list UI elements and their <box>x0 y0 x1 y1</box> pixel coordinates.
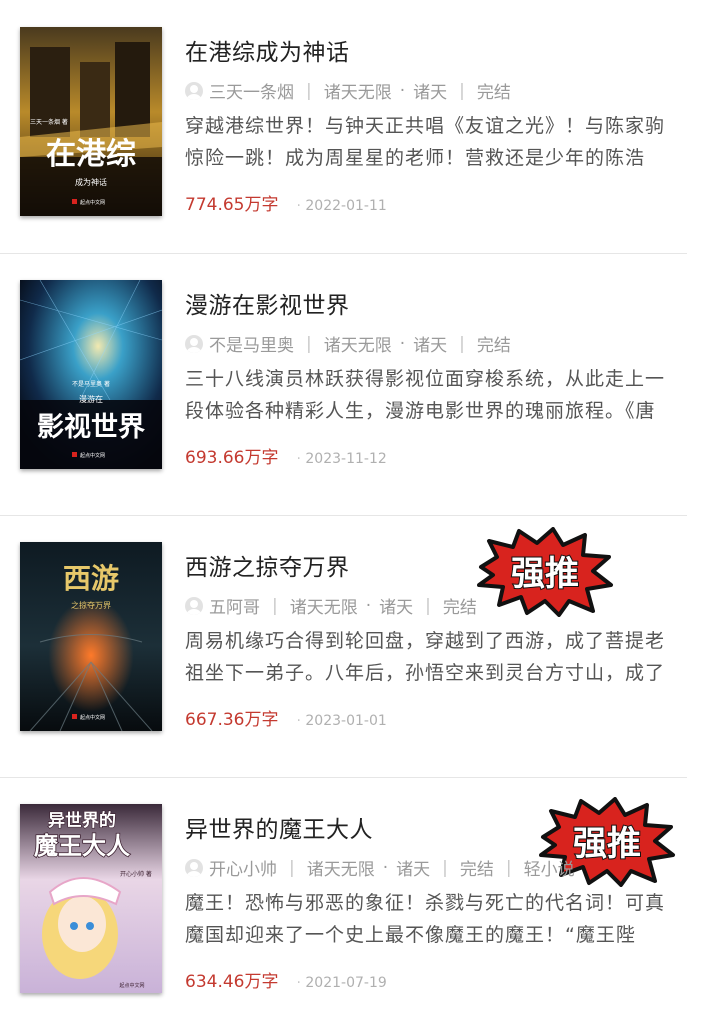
status-label: 完结 <box>476 83 511 103</box>
category-link[interactable]: 诸天无限 <box>324 78 392 103</box>
svg-text:之掠夺万界: 之掠夺万界 <box>71 600 111 610</box>
dot-separator: · <box>399 80 406 101</box>
book-meta: 开心小帅 | 诸天无限 · 诸天 | 完结 | 轻小说 <box>185 855 575 880</box>
book-description: 三十八线演员林跃获得影视位面穿梭系统，从此走上一段体验各种精彩人生，漫游电影世界… <box>185 368 666 422</box>
status-label: 完结 <box>476 336 511 356</box>
book-title[interactable]: 在港综成为神话 <box>185 33 350 67</box>
category-link[interactable]: 诸天无限 <box>324 331 392 356</box>
book-description: 穿越港综世界！与钟天正共唱《友谊之光》！与陈家驹惊险一跳！成为周星星的老师！营救… <box>185 115 666 169</box>
svg-text:魔王大人: 魔王大人 <box>34 832 130 860</box>
svg-text:起点中文网: 起点中文网 <box>80 714 105 721</box>
cover-art-mowang: 异世界的 魔王大人 开心小帅 著 起点中文网 <box>20 804 162 993</box>
list-item[interactable]: 异世界的 魔王大人 开心小帅 著 起点中文网 异世界的魔王大人 强推 开心小帅 … <box>0 777 701 1024</box>
subcategory-link[interactable]: 诸天 <box>379 593 413 618</box>
list-item[interactable]: 西游 之掠夺万界 起点中文网 西游之掠夺万界 强推 五阿哥 | 诸天无限 · 诸… <box>0 515 701 777</box>
author-link[interactable]: 开心小帅 <box>209 855 277 880</box>
category-link[interactable]: 诸天无限 <box>307 855 375 880</box>
dot-separator: · <box>399 333 406 354</box>
list-item[interactable]: 三天一条烟 著 在港综 成为神话 起点中文网 在港综成为神话 三天一条烟 | 诸… <box>0 0 701 253</box>
subcategory-link[interactable]: 诸天 <box>413 331 447 356</box>
update-date: 2023-01-01 <box>296 713 386 729</box>
book-cover[interactable]: 异世界的 魔王大人 开心小帅 著 起点中文网 <box>20 804 162 993</box>
svg-text:漫游在: 漫游在 <box>79 394 103 404</box>
svg-text:在港综: 在港综 <box>46 137 136 172</box>
book-footer: 634.46万字 2021-07-19 <box>185 967 387 992</box>
divider: | <box>505 857 512 878</box>
user-avatar-icon <box>185 334 203 353</box>
svg-text:影视世界: 影视世界 <box>37 412 145 443</box>
tag-link[interactable]: 轻小说 <box>524 855 575 880</box>
cover-art-xiyou: 西游 之掠夺万界 起点中文网 <box>20 542 162 731</box>
book-meta: 不是马里奥 | 诸天无限 · 诸天 | 完结 <box>185 331 511 356</box>
book-footer: 774.65万字 2022-01-11 <box>185 190 387 215</box>
divider: | <box>272 595 278 616</box>
author-link[interactable]: 三天一条烟 <box>209 78 294 103</box>
svg-text:不是马里奥 著: 不是马里奥 著 <box>72 380 110 388</box>
dot-separator: · <box>365 595 372 616</box>
recommend-badge: 强推 <box>475 527 615 617</box>
update-date: 2022-01-11 <box>296 198 386 214</box>
author-link[interactable]: 五阿哥 <box>209 593 260 618</box>
book-description: 周易机缘巧合得到轮回盘，穿越到了西游，成了菩提老祖坐下一弟子。八年后，孙悟空来到… <box>185 630 666 684</box>
divider: | <box>425 595 431 616</box>
divider: | <box>306 333 312 354</box>
book-cover[interactable]: 三天一条烟 著 在港综 成为神话 起点中文网 <box>20 27 162 216</box>
divider: | <box>459 333 465 354</box>
user-avatar-icon <box>185 596 203 615</box>
book-title[interactable]: 西游之掠夺万界 <box>185 548 350 582</box>
svg-text:起点中文网: 起点中文网 <box>80 452 105 459</box>
svg-text:异世界的: 异世界的 <box>48 810 116 831</box>
word-count: 634.46万字 <box>185 972 279 992</box>
update-date: 2023-11-12 <box>296 451 386 467</box>
book-cover[interactable]: 不是马里奥 著 漫游在 影视世界 起点中文网 <box>20 280 162 469</box>
svg-text:成为神话: 成为神话 <box>75 177 107 187</box>
svg-text:起点中文网: 起点中文网 <box>119 982 144 989</box>
divider: | <box>306 80 312 101</box>
word-count: 693.66万字 <box>185 448 279 468</box>
subcategory-link[interactable]: 诸天 <box>413 78 447 103</box>
svg-text:起点中文网: 起点中文网 <box>80 199 105 206</box>
cover-art-yingshi: 不是马里奥 著 漫游在 影视世界 起点中文网 <box>20 280 162 469</box>
status-label: 完结 <box>459 860 494 880</box>
svg-text:西游: 西游 <box>63 562 119 595</box>
svg-text:强推: 强推 <box>511 554 579 594</box>
cover-art-gangzong: 三天一条烟 著 在港综 成为神话 起点中文网 <box>20 27 162 216</box>
book-description: 魔王！恐怖与邪恶的象征！杀戮与死亡的代名词！可真魔国却迎来了一个史上最不像魔王的… <box>185 892 666 946</box>
svg-text:三天一条烟 著: 三天一条烟 著 <box>30 118 68 126</box>
book-footer: 693.66万字 2023-11-12 <box>185 443 387 468</box>
book-meta: 三天一条烟 | 诸天无限 · 诸天 | 完结 <box>185 78 511 103</box>
svg-text:强推: 强推 <box>573 824 641 864</box>
svg-text:开心小帅 著: 开心小帅 著 <box>120 870 152 878</box>
user-avatar-icon <box>185 81 203 100</box>
book-meta: 五阿哥 | 诸天无限 · 诸天 | 完结 <box>185 593 477 618</box>
word-count: 774.65万字 <box>185 195 279 215</box>
category-link[interactable]: 诸天无限 <box>290 593 358 618</box>
book-title[interactable]: 漫游在影视世界 <box>185 286 350 320</box>
update-date: 2021-07-19 <box>296 975 386 991</box>
book-title[interactable]: 异世界的魔王大人 <box>185 810 373 844</box>
list-item[interactable]: 不是马里奥 著 漫游在 影视世界 起点中文网 漫游在影视世界 不是马里奥 | 诸… <box>0 253 701 515</box>
book-list: 三天一条烟 著 在港综 成为神话 起点中文网 在港综成为神话 三天一条烟 | 诸… <box>0 0 701 1024</box>
dot-separator: · <box>382 857 389 878</box>
subcategory-link[interactable]: 诸天 <box>396 855 430 880</box>
author-link[interactable]: 不是马里奥 <box>209 331 294 356</box>
word-count: 667.36万字 <box>185 710 279 730</box>
divider: | <box>442 857 448 878</box>
user-avatar-icon <box>185 858 203 877</box>
divider: | <box>289 857 295 878</box>
book-cover[interactable]: 西游 之掠夺万界 起点中文网 <box>20 542 162 731</box>
book-footer: 667.36万字 2023-01-01 <box>185 705 387 730</box>
status-label: 完结 <box>442 598 477 618</box>
divider: | <box>459 80 465 101</box>
